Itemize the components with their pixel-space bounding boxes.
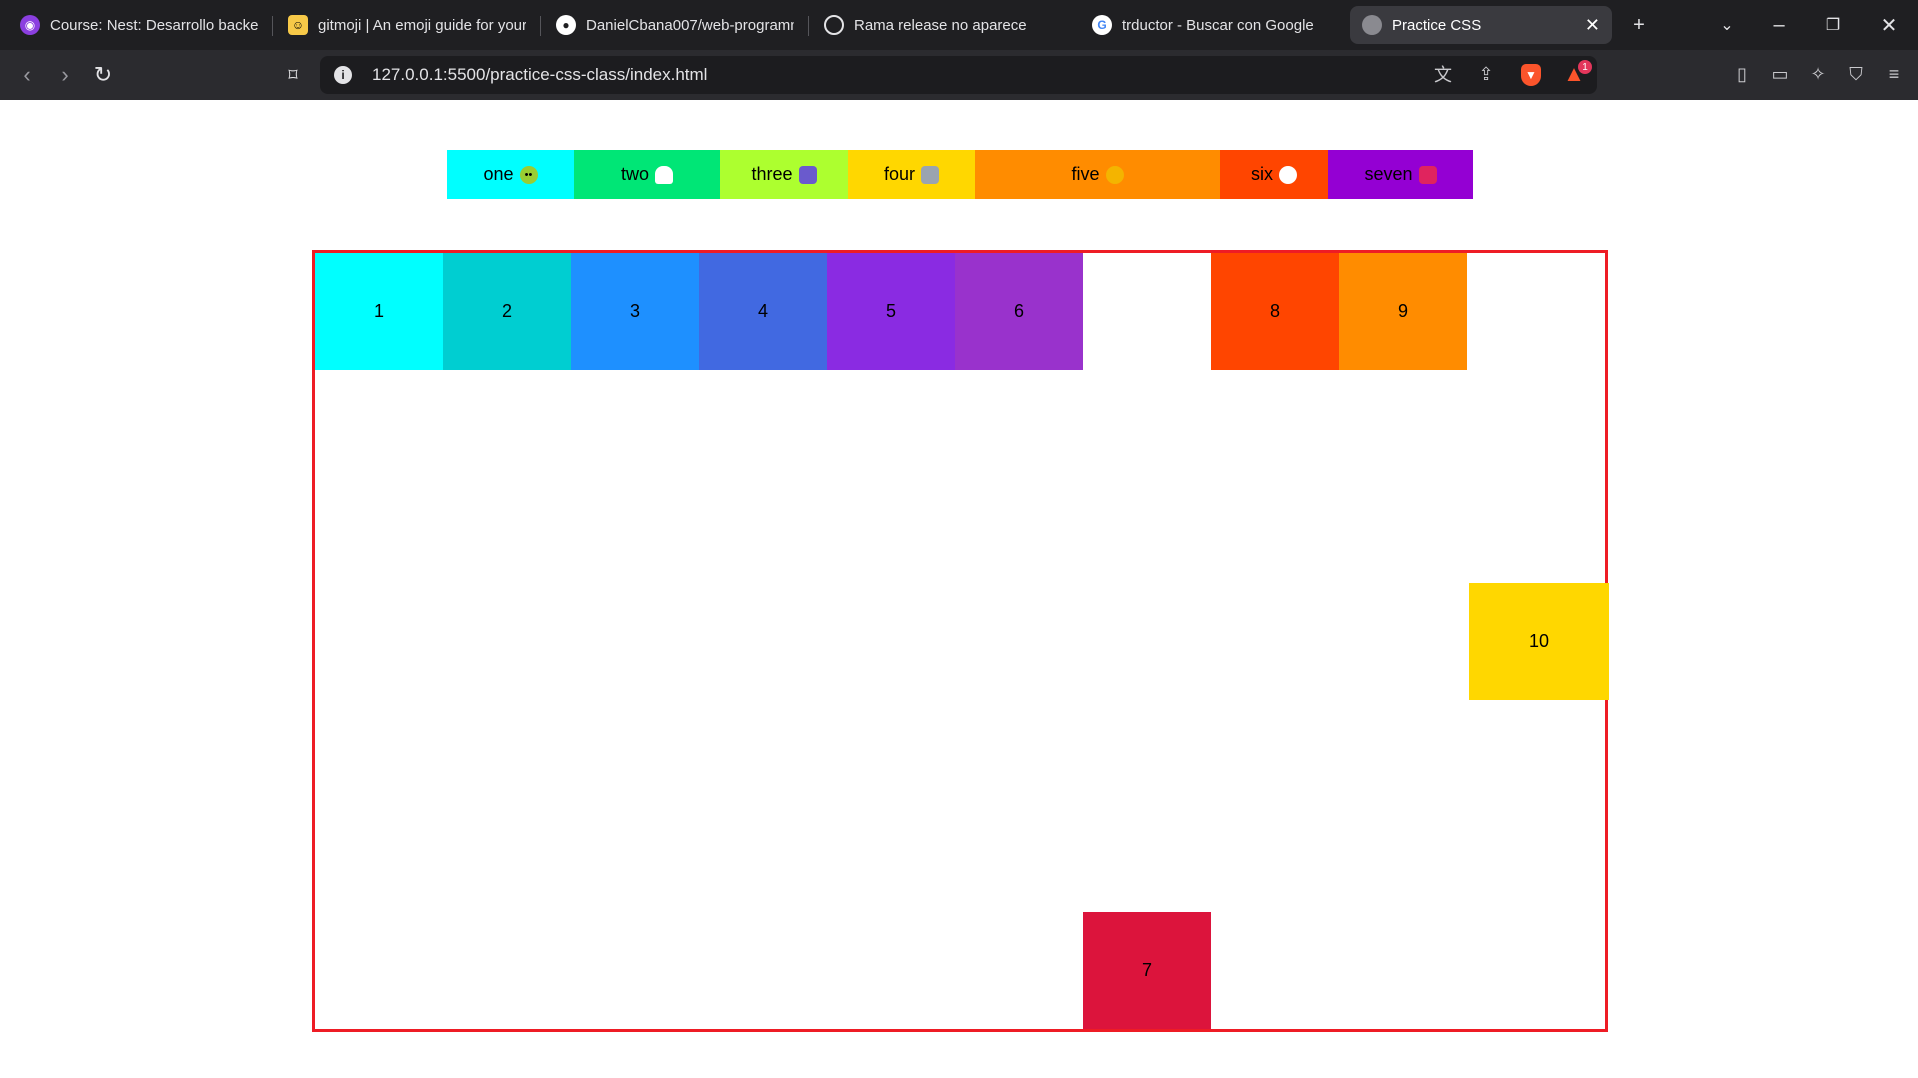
box-1: 1 — [315, 253, 443, 370]
bookmark-icon[interactable]: ⌑ — [278, 60, 308, 90]
tab-bar: ◉ Course: Nest: Desarrollo backend ☺ git… — [0, 0, 1918, 50]
tab-gitmoji[interactable]: ☺ gitmoji | An emoji guide for your — [276, 6, 538, 44]
box-8: 8 — [1211, 253, 1339, 370]
translate-icon[interactable]: 文 — [1429, 60, 1457, 88]
back-icon[interactable]: ‹ — [12, 60, 42, 90]
page-viewport: one •• two three four five six seven 1 2… — [0, 100, 1918, 1078]
menu-icon[interactable]: ≡ — [1880, 60, 1908, 88]
box-label: 10 — [1528, 631, 1550, 651]
box-4: 4 — [699, 253, 827, 370]
strip-label: three — [751, 164, 793, 184]
space-invader-emoji-icon — [798, 165, 817, 184]
strip-label: one — [483, 164, 514, 184]
tab-github[interactable]: ● DanielCbana007/web-programm — [544, 6, 806, 44]
box-label: 7 — [1141, 960, 1152, 980]
tab-title: trductor - Buscar con Google — [1122, 16, 1314, 34]
google-icon: G — [1092, 15, 1112, 35]
strip-cell-five: five — [975, 150, 1220, 199]
site-info-icon[interactable]: i — [334, 66, 352, 84]
forward-icon[interactable]: › — [50, 60, 80, 90]
chatgpt-icon — [824, 15, 844, 35]
github-icon: ● — [556, 15, 576, 35]
box-label: 5 — [885, 301, 896, 321]
box-label: 1 — [373, 301, 384, 321]
box-2: 2 — [443, 253, 571, 370]
close-tab-icon[interactable]: ✕ — [1585, 15, 1600, 36]
ghost-emoji-icon — [655, 165, 673, 184]
box-5: 5 — [827, 253, 955, 370]
tab-separator — [808, 16, 809, 36]
tab-chatgpt[interactable]: Rama release no aparece — [812, 6, 1074, 44]
alien-emoji-icon: •• — [519, 165, 538, 184]
box-label: 9 — [1397, 301, 1408, 321]
strip-label: four — [883, 164, 916, 184]
restore-icon[interactable]: ❐ — [1818, 10, 1848, 40]
strip-label: six — [1251, 164, 1273, 184]
color-strip: one •• two three four five six seven — [447, 150, 1473, 199]
box-9: 9 — [1339, 253, 1467, 370]
tab-title: gitmoji | An emoji guide for your — [318, 16, 526, 34]
strip-label: two — [620, 164, 649, 184]
tab-title: Rama release no aparece — [854, 16, 1027, 34]
robot-emoji-icon — [921, 165, 940, 184]
rewards-badge: 1 — [1578, 60, 1592, 74]
tab-title: Practice CSS — [1392, 16, 1482, 34]
box-7: 7 — [1083, 912, 1211, 1029]
tab-separator — [540, 16, 541, 36]
globe-icon — [1362, 15, 1382, 35]
strip-cell-four: four — [848, 150, 975, 199]
grid-container: 1 2 3 4 5 6 7 8 9 10 — [312, 250, 1609, 1032]
box-3: 3 — [571, 253, 699, 370]
cowboy-emoji-icon — [1105, 165, 1124, 184]
box-label: 8 — [1269, 301, 1280, 321]
new-tab-icon[interactable]: + — [1624, 10, 1654, 40]
box-10: 10 — [1469, 583, 1609, 700]
ogre-emoji-icon — [1418, 165, 1437, 184]
brave-shields-icon[interactable]: ▼ — [1521, 64, 1541, 86]
tab-practice-css[interactable]: Practice CSS ✕ — [1350, 6, 1612, 44]
sidebar-toggle-icon[interactable]: ▯ — [1728, 60, 1756, 88]
box-label: 6 — [1013, 301, 1024, 321]
leo-ai-icon[interactable]: ✧ — [1804, 60, 1832, 88]
strip-cell-seven: seven — [1328, 150, 1473, 199]
url-text[interactable]: 127.0.0.1:5500/practice-css-class/index.… — [372, 65, 707, 85]
strip-cell-two: two — [574, 150, 720, 199]
reload-icon[interactable]: ↻ — [88, 60, 118, 90]
strip-label: seven — [1364, 164, 1413, 184]
strip-cell-six: six — [1220, 150, 1328, 199]
vpn-shield-icon[interactable]: ⛉ — [1842, 60, 1870, 88]
tab-search-chevron-icon[interactable]: ⌄ — [1712, 10, 1742, 40]
box-6: 6 — [955, 253, 1083, 370]
tab-google[interactable]: G trductor - Buscar con Google — [1080, 6, 1342, 44]
box-label: 4 — [757, 301, 768, 321]
tab-title: Course: Nest: Desarrollo backend — [50, 16, 258, 34]
box-label: 2 — [501, 301, 512, 321]
tab-title: DanielCbana007/web-programm — [586, 16, 794, 34]
browser-toolbar: ‹ › ↻ ⌑ i 127.0.0.1:5500/practice-css-cl… — [0, 50, 1918, 100]
minimize-icon[interactable]: – — [1764, 10, 1794, 40]
strip-cell-three: three — [720, 150, 848, 199]
close-window-icon[interactable]: ✕ — [1874, 10, 1904, 40]
nest-course-icon: ◉ — [20, 15, 40, 35]
tab-separator — [272, 16, 273, 36]
clown-emoji-icon — [1279, 165, 1297, 184]
share-icon[interactable]: ⇪ — [1472, 60, 1500, 88]
strip-label: five — [1071, 164, 1100, 184]
box-label: 3 — [629, 301, 640, 321]
strip-cell-one: one •• — [447, 150, 574, 199]
wallet-icon[interactable]: ▭ — [1766, 60, 1794, 88]
address-bar[interactable]: i 127.0.0.1:5500/practice-css-class/inde… — [320, 56, 1597, 94]
tab-nest-course[interactable]: ◉ Course: Nest: Desarrollo backend — [8, 6, 270, 44]
gitmoji-icon: ☺ — [288, 15, 308, 35]
